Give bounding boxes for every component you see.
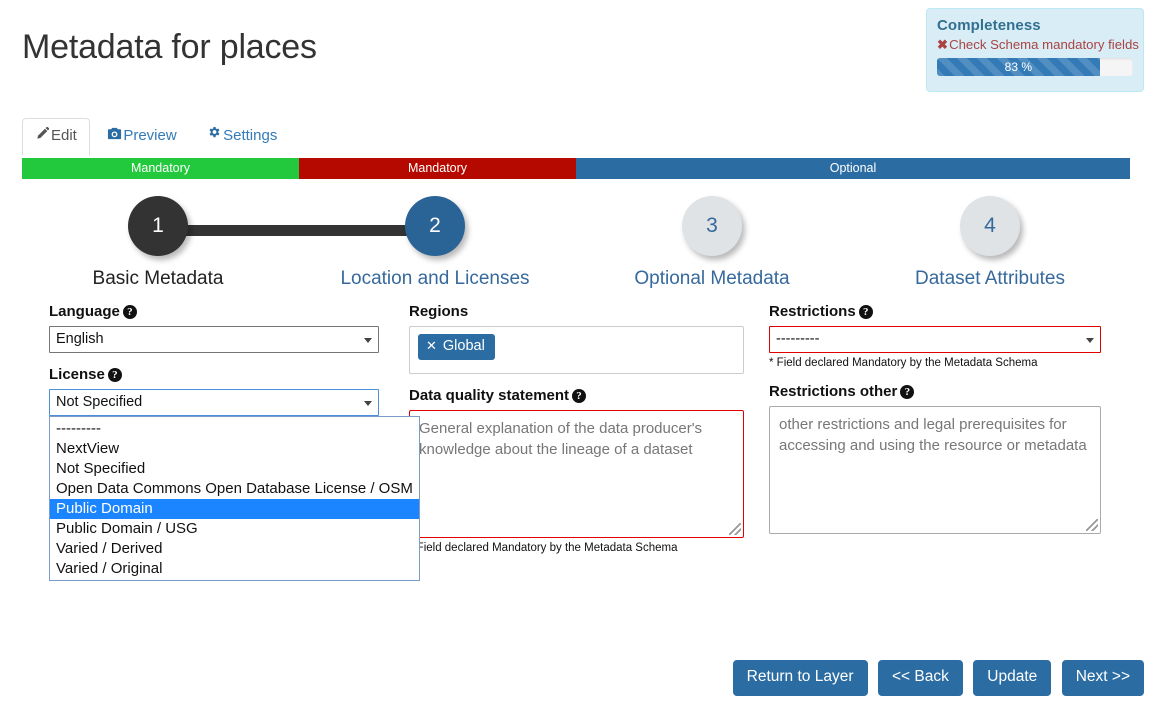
resize-handle-icon[interactable] [1086,519,1098,531]
wizard-step-1-label: Basic Metadata [48,268,268,290]
restrictions-label-text: Restrictions [769,303,856,320]
language-select[interactable]: English [49,326,379,353]
tab-preview[interactable]: Preview [94,118,189,156]
wizard-step-4-label: Dataset Attributes [880,268,1100,290]
return-to-layer-button[interactable]: Return to Layer [733,660,868,696]
tab-edit[interactable]: Edit [22,118,90,156]
restrictions-label: Restrictions? [769,303,1101,321]
license-select-value: Not Specified [56,394,142,410]
chevron-down-icon [364,401,372,406]
wizard-step-2[interactable]: 2 Location and Licenses [325,196,545,290]
restrictions-select-value: --------- [776,331,819,347]
requirement-segment-2: Optional [576,158,1130,179]
form-column-right: Restrictions? --------- * Field declared… [769,303,1101,534]
completeness-heading: Completeness [937,17,1133,34]
chevron-down-icon [364,338,372,343]
wizard-step-1[interactable]: 1 Basic Metadata [48,196,268,290]
regions-label: Regions [409,303,744,321]
question-mark-icon[interactable]: ? [859,305,873,319]
region-tag-label: Global [443,338,485,354]
region-tag-global[interactable]: ✕ Global [418,334,495,360]
question-mark-icon[interactable]: ? [572,389,586,403]
license-options-list[interactable]: ---------NextViewNot SpecifiedOpen Data … [49,416,420,581]
wizard-step-1-circle: 1 [128,196,188,256]
next-button[interactable]: Next >> [1062,660,1144,696]
wizard-step-4[interactable]: 4 Dataset Attributes [880,196,1100,290]
check-schema-label: Check Schema mandatory fields [949,37,1139,52]
wizard-step-3-circle: 3 [682,196,742,256]
data-quality-textarea[interactable]: General explanation of the data producer… [409,410,744,538]
gear-icon [207,126,222,147]
update-button[interactable]: Update [973,660,1051,696]
license-select[interactable]: Not Specified [49,389,379,416]
license-option-2[interactable]: Not Specified [50,459,419,479]
regions-tag-input[interactable]: ✕ Global [409,326,744,374]
wizard-step-2-circle: 2 [405,196,465,256]
x-mark-icon: ✖ [937,37,948,52]
data-quality-hint: * Field declared Mandatory by the Metada… [409,541,744,556]
back-button[interactable]: << Back [878,660,963,696]
question-mark-icon[interactable]: ? [108,368,122,382]
tab-preview-label: Preview [123,127,176,144]
step-wizard: 1 Basic Metadata 2 Location and Licenses… [22,196,1130,296]
page-title: Metadata for places [22,28,317,67]
question-mark-icon[interactable]: ? [900,385,914,399]
language-label: Language? [49,303,379,321]
data-quality-label-text: Data quality statement [409,387,569,404]
resize-handle-icon[interactable] [729,523,741,535]
restrictions-select[interactable]: --------- [769,326,1101,353]
check-schema-mandatory-link[interactable]: ✖Check Schema mandatory fields [937,38,1133,53]
license-option-7[interactable]: Varied / Original [50,559,419,579]
wizard-step-3[interactable]: 3 Optional Metadata [602,196,822,290]
license-option-6[interactable]: Varied / Derived [50,539,419,559]
tab-edit-label: Edit [51,127,77,144]
language-select-value: English [56,331,104,347]
metadata-edit-page: Completeness ✖Check Schema mandatory fie… [0,0,1158,703]
language-label-text: Language [49,303,120,320]
license-option-3[interactable]: Open Data Commons Open Database License … [50,479,419,499]
pencil-icon [35,126,50,147]
camera-icon [107,126,122,147]
requirement-segment-1: Mandatory [299,158,576,179]
form-column-middle: Regions ✕Global Data quality statement? … [409,303,744,556]
form-column-left: Language? English License? Not Specified… [49,303,379,416]
requirement-segment-0: Mandatory [22,158,299,179]
license-label-text: License [49,366,105,383]
data-quality-label: Data quality statement? [409,387,744,405]
restrictions-other-label-text: Restrictions other [769,383,897,400]
tab-bar: Edit Preview Settings [22,118,1130,153]
license-label: License? [49,366,379,384]
tab-settings-label: Settings [223,127,277,144]
restrictions-hint: * Field declared Mandatory by the Metada… [769,356,1101,371]
tab-settings[interactable]: Settings [194,118,290,156]
close-x-icon[interactable]: ✕ [426,338,437,353]
chevron-down-icon [1086,338,1094,343]
wizard-step-2-label: Location and Licenses [325,268,545,290]
field-requirement-bar: MandatoryMandatoryOptional [22,158,1130,179]
completeness-panel: Completeness ✖Check Schema mandatory fie… [926,8,1144,92]
restrictions-other-placeholder: other restrictions and legal prerequisit… [779,416,1087,454]
license-option-1[interactable]: NextView [50,439,419,459]
data-quality-placeholder: General explanation of the data producer… [419,420,702,458]
restrictions-other-textarea[interactable]: other restrictions and legal prerequisit… [769,406,1101,534]
license-option-0[interactable]: --------- [50,419,419,439]
regions-label-text: Regions [409,303,468,320]
license-option-5[interactable]: Public Domain / USG [50,519,419,539]
restrictions-other-label: Restrictions other? [769,383,1101,401]
wizard-step-3-label: Optional Metadata [602,268,822,290]
completeness-progress-bar: 83 % [937,58,1100,76]
completeness-progress-track: 83 % [937,58,1133,76]
footer-actions: Return to Layer << Back Update Next >> [0,660,1158,696]
wizard-step-4-circle: 4 [960,196,1020,256]
license-option-4[interactable]: Public Domain [50,499,419,519]
question-mark-icon[interactable]: ? [123,305,137,319]
